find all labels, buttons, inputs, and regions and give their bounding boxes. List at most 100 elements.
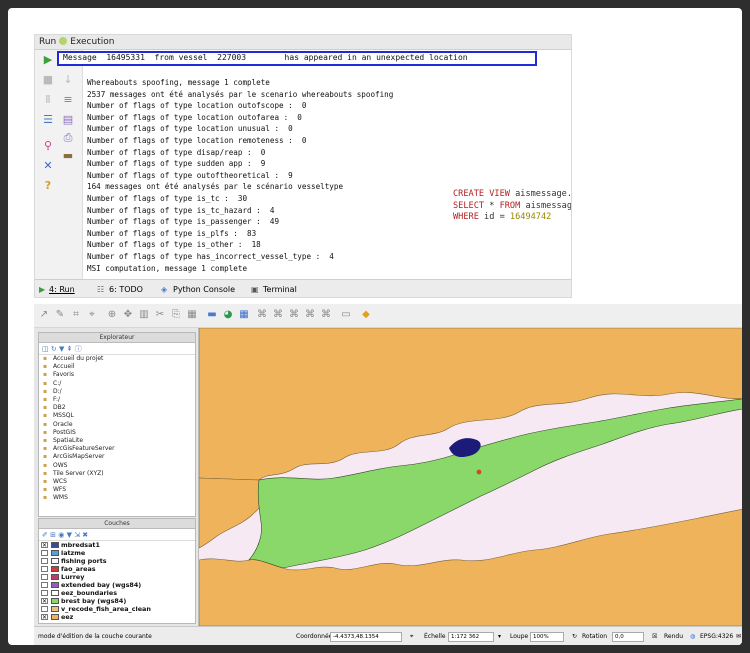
browser-item[interactable]: ▪ DB2	[39, 404, 195, 412]
refresh-icon[interactable]: ↻	[51, 345, 57, 353]
layer-item[interactable]: fao_areas	[39, 565, 195, 573]
help-icon[interactable]: ?	[41, 180, 55, 192]
browser-item[interactable]: ▪ Favoris	[39, 371, 195, 379]
trash-icon[interactable]: ▬	[61, 150, 75, 162]
properties-icon[interactable]: ⓘ	[75, 345, 82, 353]
scroll-end-icon[interactable]: ▤	[61, 114, 75, 126]
tool-b-icon[interactable]: ⌘	[272, 309, 284, 321]
todo-icon: ☷	[97, 285, 105, 294]
dump-threads-icon[interactable]: ☰	[41, 114, 55, 126]
layer-item[interactable]: v_recode_fish_area_clean	[39, 605, 195, 613]
rotation-icon: ↻	[572, 633, 578, 640]
layer-visibility-checkbox[interactable]	[41, 558, 48, 564]
expand-icon[interactable]: ⇲	[74, 531, 80, 539]
layer-item[interactable]: ✕ brest bay (wgs84)	[39, 597, 195, 605]
tab-terminal[interactable]: Terminal	[263, 280, 297, 297]
coordinate-field[interactable]: -4.4373,48.1354	[330, 632, 402, 642]
crs-label[interactable]: EPSG:4326	[700, 627, 733, 645]
layer-item[interactable]: ✕ mbredsat1	[39, 541, 195, 549]
stop-icon[interactable]: ■	[41, 74, 55, 86]
browser-item[interactable]: ▪ C:/	[39, 380, 195, 388]
edit-icon[interactable]: ✎	[54, 309, 66, 321]
layer-visibility-checkbox[interactable]: ✕	[41, 542, 48, 549]
remove-layer-icon[interactable]: ✖	[82, 531, 88, 539]
tab-todo[interactable]: 6: TODO	[109, 280, 143, 297]
tool-c-icon[interactable]: ⌘	[288, 309, 300, 321]
filter-icon[interactable]: ▼	[59, 345, 64, 353]
layer-visibility-checkbox[interactable]	[41, 550, 48, 556]
tab-run[interactable]: 4: Run	[49, 280, 75, 297]
browser-item[interactable]: ▪ WCS	[39, 478, 195, 486]
layer-item[interactable]: Lurrey	[39, 573, 195, 581]
layer-name: v_recode_fish_area_clean	[61, 605, 151, 613]
tab-python-console[interactable]: Python Console	[173, 280, 235, 297]
browser-item[interactable]: ▪ Tile Server (XYZ)	[39, 470, 195, 478]
eye-icon[interactable]: ◉	[58, 531, 64, 539]
browser-item[interactable]: ▪ D:/	[39, 388, 195, 396]
browser-item-label: Tile Server (XYZ)	[53, 469, 104, 477]
vertex-icon[interactable]: ⌖	[86, 309, 98, 321]
rerun-icon[interactable]: ▶	[41, 54, 55, 66]
add-group-icon[interactable]: ⊞	[50, 531, 56, 539]
add-selected-icon[interactable]: ◫	[42, 345, 49, 353]
layer-visibility-checkbox[interactable]	[41, 582, 48, 588]
collapse-icon[interactable]: ⇞	[67, 345, 73, 353]
layer-item[interactable]: latzme	[39, 549, 195, 557]
delete-icon[interactable]: ▥	[138, 309, 150, 321]
browser-item[interactable]: ▪ Oracle	[39, 421, 195, 429]
zoom-field[interactable]: 100%	[530, 632, 564, 642]
python-plugin-icon[interactable]: ◆	[360, 309, 372, 321]
browser-item-label: F:/	[53, 396, 61, 404]
copy-icon[interactable]: ⎘	[170, 309, 182, 321]
layer-visibility-checkbox[interactable]	[41, 566, 48, 572]
layer-item[interactable]: ✕ eez	[39, 613, 195, 621]
browser-item[interactable]: ▪ OWS	[39, 462, 195, 470]
soft-wrap-icon[interactable]: ≡	[61, 94, 75, 106]
browser-item[interactable]: ▪ Accueil du projet	[39, 355, 195, 363]
filter-legend-icon[interactable]: ▼	[67, 531, 72, 539]
layer-visibility-checkbox[interactable]: ✕	[41, 598, 48, 605]
tool-e-icon[interactable]: ⌘	[320, 309, 332, 321]
browser-item[interactable]: ▪ SpatiaLite	[39, 437, 195, 445]
browser-item[interactable]: ▪ Accueil	[39, 363, 195, 371]
style-icon[interactable]: ✐	[42, 531, 48, 539]
pause-icon[interactable]: Ⅱ	[41, 94, 55, 106]
csv-icon[interactable]: ▭	[338, 309, 354, 321]
rotation-field[interactable]: 0,0	[612, 632, 644, 642]
map-canvas[interactable]	[198, 327, 742, 627]
lock-icon[interactable]: ▾	[498, 627, 501, 645]
close-icon[interactable]: ✕	[41, 160, 55, 172]
browser-item[interactable]: ▪ WFS	[39, 486, 195, 494]
move-icon[interactable]: ✥	[122, 309, 134, 321]
run-title-bar: Run Execution	[35, 35, 571, 50]
messages-icon[interactable]: ✉	[736, 627, 741, 645]
layer-item[interactable]: extended bay (wgs84)	[39, 581, 195, 589]
browser-item[interactable]: ▪ MSSQL	[39, 412, 195, 420]
label-icon[interactable]: ▬	[206, 309, 218, 321]
layer-visibility-checkbox[interactable]	[41, 590, 48, 596]
pin-icon[interactable]: ⚲	[41, 140, 55, 152]
tool-a-icon[interactable]: ⌘	[256, 309, 268, 321]
browser-item[interactable]: ▪ ArcGisMapServer	[39, 453, 195, 461]
print-icon[interactable]: ⎙	[61, 132, 75, 144]
browser-item[interactable]: ▪ ArcGisFeatureServer	[39, 445, 195, 453]
tool-d-icon[interactable]: ⌘	[304, 309, 316, 321]
cut-icon[interactable]: ✂	[154, 309, 166, 321]
attribute-table-icon[interactable]: ▦	[238, 309, 250, 321]
scale-field[interactable]: 1:172 362	[448, 632, 494, 642]
pan-icon[interactable]: ↗	[38, 309, 50, 321]
browser-item[interactable]: ▪ WMS	[39, 494, 195, 502]
browser-item[interactable]: ▪ PostGIS	[39, 429, 195, 437]
layer-visibility-checkbox[interactable]	[41, 574, 48, 580]
globe-icon[interactable]: ◕	[222, 309, 234, 321]
browser-item[interactable]: ▪ F:/	[39, 396, 195, 404]
layer-visibility-checkbox[interactable]: ✕	[41, 614, 48, 621]
paste-icon[interactable]: ▦	[186, 309, 198, 321]
digitize-icon[interactable]: ⌗	[70, 309, 82, 321]
add-feature-icon[interactable]: ⊕	[106, 309, 118, 321]
layer-item[interactable]: fishing ports	[39, 557, 195, 565]
layer-visibility-checkbox[interactable]	[41, 606, 48, 612]
render-checkbox[interactable]: ☒	[652, 627, 657, 645]
layer-item[interactable]: eez_boundaries	[39, 589, 195, 597]
down-arrow-icon[interactable]: ↓	[61, 74, 75, 86]
